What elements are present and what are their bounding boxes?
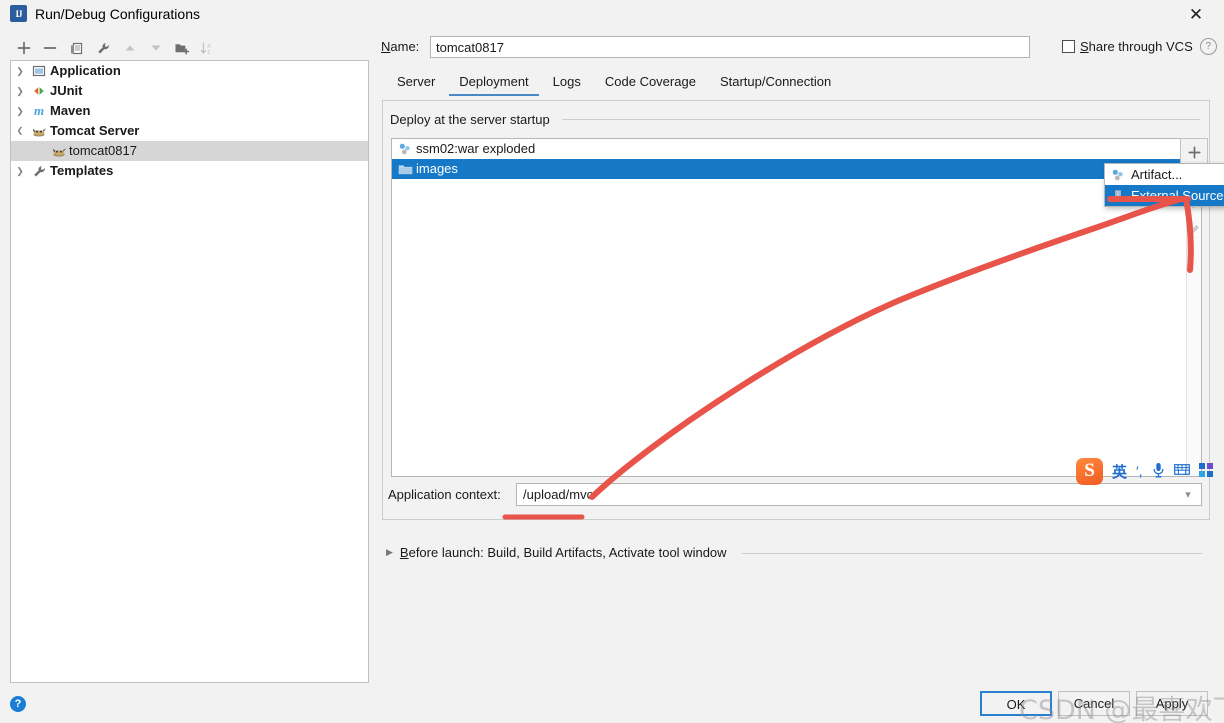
copy-configuration-button[interactable] [64,36,88,60]
artifact-icon [1111,168,1131,182]
tree-node-application[interactable]: ❯ Application [11,61,368,81]
deployment-list[interactable]: ssm02:war exploded images [391,138,1202,477]
share-through-vcs-checkbox[interactable] [1062,40,1075,53]
chevron-right-icon[interactable]: ❯ [11,161,29,181]
close-icon[interactable]: ✕ [1174,0,1218,28]
question-mark-icon[interactable]: ? [10,696,26,712]
configurations-tree[interactable]: ❯ Application ❯ JUnit ❯ m Maven ❮ Tomcat… [10,60,369,683]
sort-configurations-button[interactable]: a z [196,36,220,60]
deployment-row-label: images [416,161,458,176]
chevron-right-icon[interactable]: ❯ [11,101,29,121]
ok-button[interactable]: OK [980,691,1052,716]
tree-node-templates[interactable]: ❯ Templates [11,161,368,181]
tomcat-icon [29,125,49,138]
svg-text:z: z [207,49,210,55]
configuration-toolbar: a z [10,36,370,60]
junit-icon [29,84,49,98]
tree-node-label: tomcat0817 [69,143,137,158]
application-context-value: /upload/mvc [523,487,594,502]
dialog-title: Run/Debug Configurations [35,6,200,22]
tree-node-tomcat0817[interactable]: tomcat0817 [11,141,368,161]
maven-icon: m [33,103,45,118]
tab-logs[interactable]: Logs [541,70,593,94]
popup-item-external-source[interactable]: External Source... [1105,185,1224,206]
apps-grid-icon[interactable] [1198,462,1213,480]
tab-startup-connection[interactable]: Startup/Connection [708,70,843,94]
before-launch-row[interactable]: ▶ Before launch: Build, Build Artifacts,… [386,545,727,560]
chevron-down-icon[interactable]: ❮ [11,121,29,141]
tree-node-label: Maven [50,103,91,118]
pencil-icon[interactable] [1180,218,1206,244]
deployment-row-images[interactable]: images [392,159,1201,179]
deployment-row-label: ssm02:war exploded [416,141,536,156]
name-input[interactable] [430,36,1030,58]
tab-deployment[interactable]: Deployment [447,70,540,96]
tree-node-maven[interactable]: ❯ m Maven [11,101,368,121]
add-deployment-popup-menu[interactable]: Artifact... External Source... [1104,163,1224,207]
tree-node-junit[interactable]: ❯ JUnit [11,81,368,101]
external-source-icon [1111,189,1131,203]
ime-mode-label[interactable]: 英 [1112,461,1127,482]
tree-node-label: Application [50,63,121,78]
sogou-logo-icon[interactable]: S [1076,457,1103,485]
add-deployment-button[interactable] [1180,138,1208,166]
popup-item-artifact[interactable]: Artifact... [1105,164,1224,185]
tree-node-tomcat-server[interactable]: ❮ Tomcat Server [11,121,368,141]
before-launch-divider [742,553,1202,554]
folder-icon [398,163,416,176]
application-icon [29,64,49,78]
intellij-idea-icon: IJ [10,5,27,22]
tree-node-label: Tomcat Server [50,123,140,138]
share-through-vcs-label: Share through VCS [1080,39,1193,54]
ime-punctuation-toggle[interactable]: ′, [1136,463,1143,479]
ime-toolbar[interactable]: S 英 ′, [1076,456,1213,486]
microphone-icon[interactable] [1152,462,1165,481]
cancel-button[interactable]: Cancel [1058,691,1130,716]
new-folder-icon[interactable] [170,36,194,60]
run-debug-configurations-dialog: IJ Run/Debug Configurations ✕ a z ❯ Appl… [0,0,1224,723]
configuration-tabs: Server Deployment Logs Code Coverage Sta… [385,70,1220,96]
chevron-down-icon[interactable]: ▾ [1175,488,1201,501]
move-down-button[interactable] [144,36,168,60]
tomcat-icon [51,145,68,158]
group-divider [562,119,1200,120]
move-up-button[interactable] [118,36,142,60]
edit-templates-button[interactable] [91,36,115,60]
keyboard-icon[interactable] [1173,463,1190,479]
application-context-input[interactable]: /upload/mvc ▾ [516,483,1202,506]
application-context-label: Application context: [388,487,501,502]
wrench-icon [29,164,49,179]
artifact-icon [398,142,416,156]
title-bar: IJ Run/Debug Configurations ✕ [0,0,1224,28]
name-label: Name: [381,39,420,54]
triangle-right-icon[interactable]: ▶ [386,547,393,558]
question-mark-icon[interactable]: ? [1199,38,1217,55]
chevron-right-icon[interactable]: ❯ [11,61,29,81]
chevron-right-icon[interactable]: ❯ [11,81,29,101]
popup-item-label: Artifact... [1131,167,1183,182]
deploy-group-title: Deploy at the server startup [390,112,556,127]
tree-node-label: JUnit [50,83,83,98]
popup-item-label: External Source... [1131,188,1224,203]
tree-node-label: Templates [50,163,114,178]
apply-button[interactable]: Apply [1136,691,1208,716]
share-through-vcs-row: Share through VCS ? [1062,38,1217,55]
deployment-row-artifact[interactable]: ssm02:war exploded [392,139,1201,159]
remove-configuration-button[interactable] [38,36,62,60]
add-configuration-button[interactable] [12,36,36,60]
tab-code-coverage[interactable]: Code Coverage [593,70,708,94]
tab-server[interactable]: Server [385,70,447,94]
before-launch-label: Before launch: Build, Build Artifacts, A… [399,545,727,560]
